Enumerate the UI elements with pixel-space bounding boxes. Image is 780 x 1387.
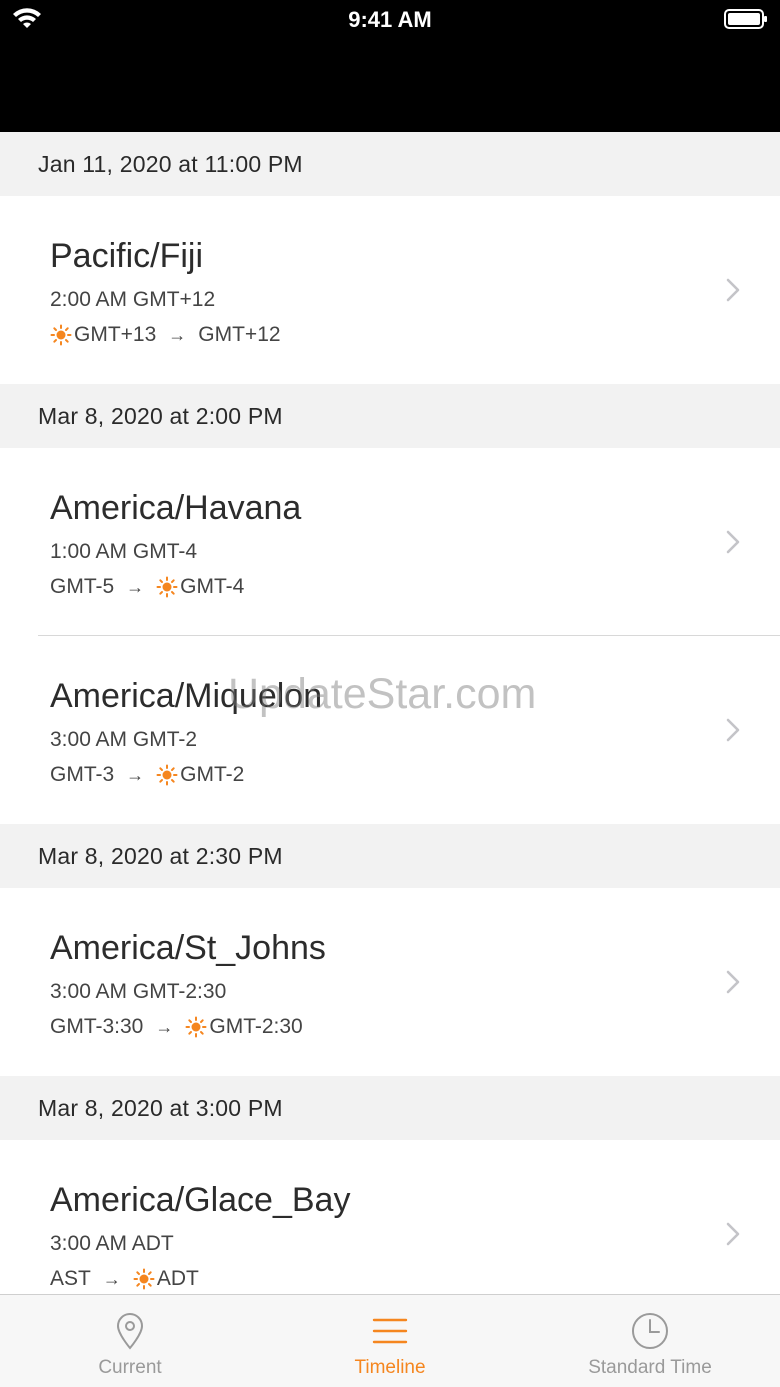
chevron-right-icon — [726, 970, 740, 994]
timezone-row-america-havana[interactable]: America/Havana 1:00 AM GMT-4 GMT-5 → GMT… — [0, 448, 780, 636]
timezone-name: America/Glace_Bay — [50, 1181, 351, 1219]
timezone-name: America/Havana — [50, 489, 302, 527]
offset-to: ADT — [156, 1267, 199, 1290]
arrow-right-icon: → — [102, 1269, 121, 1289]
offset-to: GMT-4 — [180, 575, 245, 598]
timezone-name: Pacific/Fiji — [50, 237, 204, 275]
chevron-right-icon — [726, 1222, 740, 1246]
offset-change: GMT+13 → GMT+12 — [50, 322, 281, 348]
status-bar: 9:41 AM — [0, 0, 780, 132]
tab-label: Current — [98, 1357, 162, 1378]
timezone-local-time: 3:00 AM GMT-2 — [50, 728, 198, 751]
timezone-local-time: 3:00 AM ADT — [50, 1232, 174, 1255]
offset-from: GMT+13 — [74, 323, 157, 346]
offset-from: GMT-3:30 — [50, 1015, 144, 1038]
list-lines-icon — [372, 1318, 408, 1344]
timezone-row-america-miquelon[interactable]: America/Miquelon 3:00 AM GMT-2 GMT-3 → G… — [0, 636, 780, 824]
tab-standard-time[interactable]: Standard Time — [520, 1295, 780, 1387]
tab-timeline[interactable]: Timeline — [260, 1295, 520, 1387]
tab-label: Standard Time — [588, 1357, 712, 1378]
arrow-right-icon: → — [155, 1017, 174, 1037]
offset-change: GMT-3 → GMT-2 — [50, 762, 244, 788]
timezone-local-time: 3:00 AM GMT-2:30 — [50, 980, 227, 1003]
offset-to: GMT-2 — [180, 763, 245, 786]
section-header: Jan 11, 2020 at 11:00 PM — [0, 132, 780, 196]
location-pin-icon — [116, 1313, 144, 1350]
arrow-right-icon: → — [126, 577, 145, 597]
sun-icon — [50, 324, 72, 346]
arrow-right-icon: → — [126, 765, 145, 785]
offset-change: GMT-3:30 → GMT-2:30 — [50, 1014, 303, 1040]
sun-icon — [185, 1016, 207, 1038]
offset-from: GMT-3 — [50, 763, 115, 786]
offset-change: AST → ADT — [50, 1266, 199, 1292]
chevron-right-icon — [726, 278, 740, 302]
tab-bar: Current Timeline Standard Time — [0, 1294, 780, 1387]
tab-label: Timeline — [354, 1357, 426, 1378]
timeline-list[interactable]: Jan 11, 2020 at 11:00 PM Pacific/Fiji 2:… — [0, 132, 780, 1294]
sun-icon — [133, 1268, 155, 1290]
tab-current[interactable]: Current — [0, 1295, 260, 1387]
offset-change: GMT-5 → GMT-4 — [50, 574, 244, 600]
timezone-row-pacific-fiji[interactable]: Pacific/Fiji 2:00 AM GMT+12 GMT+13 → GMT… — [0, 196, 780, 384]
offset-from: AST — [50, 1267, 91, 1290]
chevron-right-icon — [726, 718, 740, 742]
section-header: Mar 8, 2020 at 2:00 PM — [0, 384, 780, 448]
chevron-right-icon — [726, 530, 740, 554]
timezone-local-time: 1:00 AM GMT-4 — [50, 540, 198, 563]
section-header: Mar 8, 2020 at 3:00 PM — [0, 1076, 780, 1140]
timezone-row-america-glace-bay[interactable]: America/Glace_Bay 3:00 AM ADT AST → ADT — [0, 1140, 780, 1294]
offset-from: GMT-5 — [50, 575, 115, 598]
timezone-name: America/St_Johns — [50, 929, 326, 967]
arrow-right-icon: → — [168, 325, 187, 345]
offset-to: GMT+12 — [198, 323, 281, 346]
status-time: 9:41 AM — [348, 7, 432, 32]
timezone-name: America/Miquelon — [50, 677, 323, 715]
battery-icon — [724, 9, 767, 29]
timezone-row-america-st-johns[interactable]: America/St_Johns 3:00 AM GMT-2:30 GMT-3:… — [0, 888, 780, 1076]
offset-to: GMT-2:30 — [209, 1015, 303, 1038]
sun-icon — [156, 576, 178, 598]
clock-icon — [632, 1313, 668, 1349]
sun-icon — [156, 764, 178, 786]
section-header: Mar 8, 2020 at 2:30 PM — [0, 824, 780, 888]
timezone-local-time: 2:00 AM GMT+12 — [50, 288, 216, 311]
